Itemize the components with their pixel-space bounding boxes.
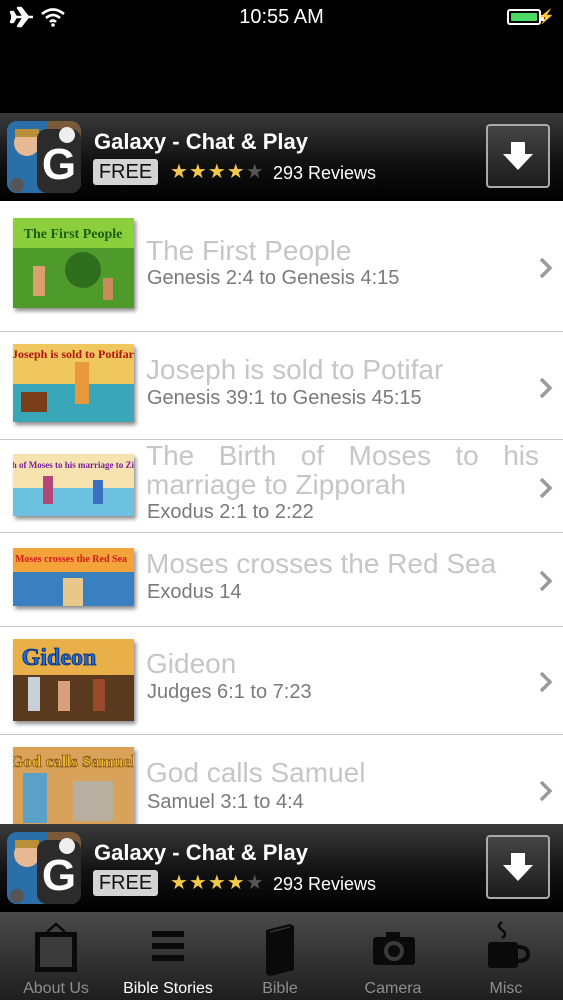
- story-thumbnail: The birth of Moses to his marriage to Zi…: [13, 454, 134, 516]
- story-reference: Exodus 14: [147, 581, 242, 603]
- story-reference: Genesis 2:4 to Genesis 4:15: [147, 267, 400, 289]
- story-row[interactable]: Joseph is sold to Potifar Joseph is sold…: [0, 332, 563, 440]
- story-title: Moses crosses the Red Sea: [146, 548, 497, 579]
- chevron-right-icon: [539, 477, 553, 499]
- status-time: 10:55 AM: [239, 6, 324, 28]
- chevron-right-icon: [539, 570, 553, 592]
- tab-bible-stories[interactable]: Bible Stories: [112, 912, 224, 1000]
- charging-icon: ⚡: [537, 8, 555, 24]
- story-row[interactable]: God calls Samuel God calls Samuel Samuel…: [0, 735, 563, 824]
- thumb-caption: God calls Samuel: [13, 752, 134, 771]
- ad-icon-letter: G: [42, 851, 76, 900]
- chevron-right-icon: [539, 671, 553, 693]
- ad-app-name: Galaxy - Chat & Play: [94, 129, 308, 154]
- thumb-caption: The First People: [24, 227, 123, 242]
- tab-camera[interactable]: Camera: [337, 912, 449, 1000]
- ad-download-button[interactable]: [486, 124, 550, 188]
- tab-bible[interactable]: Bible: [224, 912, 336, 1000]
- ad-reviews-count: 293 Reviews: [273, 874, 377, 894]
- story-thumbnail: Moses crosses the Red Sea: [13, 548, 134, 606]
- ad-download-button[interactable]: [486, 835, 550, 899]
- tv-icon: [35, 922, 77, 972]
- ad-price-badge: FREE: [93, 870, 158, 896]
- story-title: Joseph is sold to Potifar: [146, 354, 444, 385]
- ad-reviews-count: 293 Reviews: [273, 163, 377, 183]
- story-reference: Samuel 3:1 to 4:4: [147, 791, 304, 813]
- story-thumbnail: God calls Samuel: [13, 747, 134, 824]
- story-title: The First People: [146, 235, 352, 266]
- tab-label: About Us: [23, 980, 89, 997]
- thumb-caption: The birth of Moses to his marriage to Zi…: [13, 460, 134, 470]
- ad-rating-stars: ★★★★★: [170, 161, 265, 183]
- story-thumbnail: Joseph is sold to Potifar: [13, 344, 134, 422]
- story-title: Gideon: [146, 648, 237, 679]
- ad-app-name: Galaxy - Chat & Play: [94, 840, 308, 865]
- ad-banner-bottom[interactable]: G Galaxy - Chat & Play FREE ★★★★★ 293 Re…: [0, 824, 563, 912]
- ad-rating-stars: ★★★★★: [170, 872, 265, 894]
- ad-app-icon[interactable]: G: [7, 121, 81, 193]
- tab-label: Misc: [489, 980, 523, 997]
- tab-about-us[interactable]: About Us: [0, 912, 112, 1000]
- download-arrow-icon: [503, 853, 533, 881]
- story-reference: Exodus 2:1 to 2:22: [147, 501, 314, 523]
- story-row[interactable]: Moses crosses the Red Sea Moses crosses …: [0, 533, 563, 627]
- story-row[interactable]: Gideon Gideon Judges 6:1 to 7:23: [0, 627, 563, 735]
- chevron-right-icon: [539, 257, 553, 279]
- tab-label: Camera: [364, 980, 422, 997]
- chevron-right-icon: [539, 780, 553, 802]
- thumb-caption: Moses crosses the Red Sea: [15, 554, 127, 565]
- story-reference: Judges 6:1 to 7:23: [147, 681, 312, 703]
- story-title: The Birth of Moses to his marriage to Zi…: [146, 440, 539, 500]
- ad-price-badge: FREE: [93, 159, 158, 185]
- story-reference: Genesis 39:1 to Genesis 45:15: [147, 387, 422, 409]
- download-arrow-icon: [503, 142, 533, 170]
- coffee-cup-icon: [488, 920, 531, 968]
- thumb-caption: Joseph is sold to Potifar: [13, 347, 134, 361]
- story-list[interactable]: The First People The First People Genesi…: [0, 201, 563, 824]
- battery-icon: [507, 9, 544, 25]
- story-row[interactable]: The First People The First People Genesi…: [0, 201, 563, 332]
- ad-app-icon[interactable]: G: [7, 832, 81, 904]
- ad-banner-top[interactable]: G Galaxy - Chat & Play FREE ★★★★★ 293 Re…: [0, 113, 563, 201]
- book-icon: [266, 924, 294, 976]
- tab-label: Bible: [262, 980, 298, 997]
- ad-icon-letter: G: [42, 140, 76, 189]
- tab-bar: About Us Bible Stories Bible Camera Misc: [0, 912, 563, 1000]
- story-title: God calls Samuel: [146, 757, 366, 788]
- story-thumbnail: The First People: [13, 218, 134, 308]
- thumb-caption: Gideon: [22, 645, 97, 671]
- list-icon: [152, 931, 184, 961]
- camera-icon: [373, 932, 415, 965]
- tab-label: Bible Stories: [123, 980, 213, 997]
- story-row[interactable]: The birth of Moses to his marriage to Zi…: [0, 440, 563, 533]
- status-bar: 10:55 AM ⚡: [0, 0, 563, 38]
- chevron-right-icon: [539, 377, 553, 399]
- story-thumbnail: Gideon: [13, 639, 134, 721]
- tab-misc[interactable]: Misc: [450, 912, 562, 1000]
